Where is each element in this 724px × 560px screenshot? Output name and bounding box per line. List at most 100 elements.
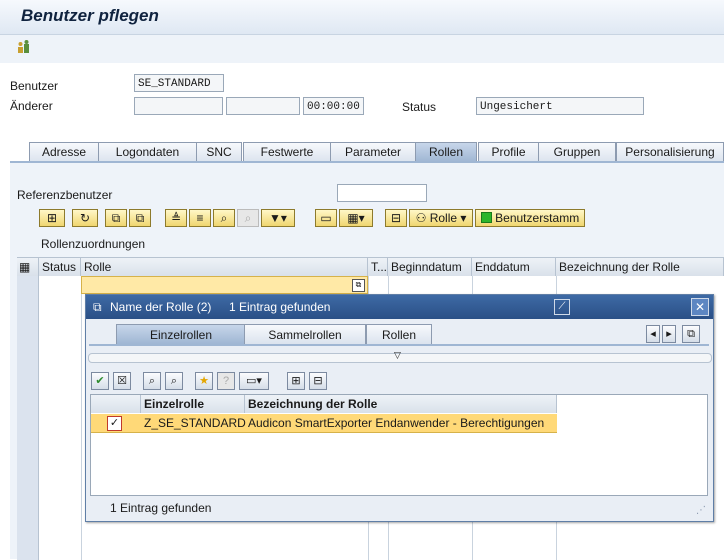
tab-gruppen[interactable]: Gruppen: [538, 142, 616, 162]
close-icon[interactable]: ✕: [691, 298, 709, 316]
col-enddatum[interactable]: Enddatum: [472, 258, 556, 276]
value-help-popup: ⧉ Name der Rolle (2) 1 Eintrag gefunden …: [85, 294, 714, 522]
binoculars-plus-icon: ⌕: [244, 211, 252, 225]
col-t[interactable]: T...: [368, 258, 388, 276]
userstamm-label: Benutzerstamm: [495, 211, 580, 225]
user-label: Benutzer: [10, 79, 59, 93]
changer-label: Änderer: [10, 99, 53, 113]
section-label: Rollenzuordnungen: [41, 237, 146, 251]
row-selector-column[interactable]: [17, 276, 39, 560]
view-button[interactable]: ▦▾: [339, 209, 373, 227]
paste-button[interactable]: ⧉: [129, 209, 151, 227]
ok-check-icon[interactable]: ✔: [91, 372, 109, 390]
status-column: [39, 276, 82, 560]
role-button-label: Rolle: [429, 211, 458, 225]
row-role: Z_SE_STANDARD: [144, 416, 246, 430]
popup-footer: 1 Eintrag gefunden: [110, 501, 212, 515]
f4-help-icon[interactable]: ⧉: [352, 279, 365, 292]
print-dropdown-icon[interactable]: ▭▾: [239, 372, 269, 390]
status-label: Status: [402, 100, 437, 114]
popup-toolbar: ✔ ☒ ⌕ ⌕ ★ ? ▭▾ ⊞ ⊟: [91, 372, 351, 390]
popup-window-icon: ⧉: [93, 300, 102, 314]
sort-ascending-icon: ≜: [170, 211, 182, 225]
row-description: Audicon SmartExporter Endanwender - Bere…: [248, 416, 545, 430]
nav-right-icon[interactable]: ▸: [662, 325, 676, 343]
popup-col-bezeichnung[interactable]: Bezeichnung der Rolle: [245, 395, 557, 413]
tab-adresse[interactable]: Adresse: [29, 142, 99, 162]
filter-icon: ▼▾: [269, 211, 287, 225]
col-beginndatum[interactable]: Beginndatum: [388, 258, 472, 276]
changer-field[interactable]: [134, 97, 223, 115]
tab-snc[interactable]: SNC: [196, 142, 242, 162]
table-row[interactable]: ✓ Z_SE_STANDARD Audicon SmartExporter En…: [91, 414, 557, 433]
filter-button[interactable]: ▼▾: [261, 209, 295, 227]
refresh-icon: ↻: [79, 211, 91, 225]
help-icon[interactable]: ?: [217, 372, 235, 390]
role-icon: ⚇: [415, 211, 427, 225]
paste-icon: ⧉: [135, 211, 145, 225]
select-all-rows-icon[interactable]: ⊞: [287, 372, 305, 390]
popup-tab-rollen[interactable]: Rollen: [366, 324, 432, 344]
popup-tab-sammelrollen[interactable]: Sammelrollen: [244, 324, 366, 344]
find-button[interactable]: ⌕: [213, 209, 235, 227]
nav-left-icon[interactable]: ◂: [646, 325, 660, 343]
users-icon[interactable]: [15, 39, 33, 57]
sort-asc-button[interactable]: ≜: [165, 209, 187, 227]
popup-col-select[interactable]: [91, 395, 141, 413]
role-button[interactable]: ⚇ Rolle ▾: [409, 209, 473, 227]
tab-festwerte[interactable]: Festwerte: [243, 142, 331, 162]
user-field[interactable]: SE_STANDARD: [134, 74, 224, 92]
resize-icon[interactable]: ⟋: [554, 299, 570, 315]
green-square-icon: [480, 212, 492, 223]
sort-desc-button[interactable]: ≡: [189, 209, 211, 227]
ref-user-field[interactable]: [337, 184, 427, 202]
details-icon: ⊞: [46, 211, 58, 225]
binoculars-icon-popup[interactable]: ⌕: [143, 372, 161, 390]
deselect-rows-icon[interactable]: ⊟: [309, 372, 327, 390]
rolle-input-cell[interactable]: ⧉: [81, 276, 368, 294]
cancel-x-icon[interactable]: ☒: [113, 372, 131, 390]
collapse-arrow-icon: ▽: [394, 350, 401, 360]
print-button[interactable]: ▭: [315, 209, 337, 227]
changer-date-field[interactable]: [226, 97, 300, 115]
page-title: Benutzer pflegen: [21, 6, 159, 25]
refresh-button[interactable]: ↻: [72, 209, 98, 227]
collapse-bar[interactable]: ▽: [88, 350, 712, 363]
popup-results-table: Einzelrolle Bezeichnung der Rolle ✓ Z_SE…: [90, 394, 708, 496]
tab-rollen[interactable]: Rollen: [415, 142, 477, 162]
select-all-icon[interactable]: ▦: [17, 258, 39, 276]
tab-profile[interactable]: Profile: [478, 142, 539, 162]
userstamm-button[interactable]: Benutzerstamm: [475, 209, 585, 227]
copy-button[interactable]: ⧉: [105, 209, 127, 227]
tab-parameter[interactable]: Parameter: [330, 142, 416, 162]
grid-view-icon: ▦▾: [347, 211, 365, 225]
binoculars-icon: ⌕: [220, 211, 228, 225]
popup-count: 1 Eintrag gefunden: [229, 300, 331, 314]
delete-row-button[interactable]: ⊟: [385, 209, 407, 227]
popup-title: Name der Rolle (2): [110, 300, 212, 314]
col-rolle[interactable]: Rolle: [81, 258, 368, 276]
tab-list-icon[interactable]: ⧉: [682, 325, 700, 343]
tab-logondaten[interactable]: Logondaten: [98, 142, 197, 162]
popup-nav: ◂ ▸ ⧉: [646, 325, 708, 343]
copy-icon: ⧉: [111, 211, 121, 225]
details-button[interactable]: ⊞: [39, 209, 65, 227]
col-status[interactable]: Status: [39, 258, 81, 276]
resize-grip-icon[interactable]: ⋰: [696, 505, 706, 516]
tab-personalisierung[interactable]: Personalisierung: [616, 142, 724, 162]
application-toolbar: [0, 35, 724, 63]
popup-title-bar: ⧉ Name der Rolle (2) 1 Eintrag gefunden …: [86, 295, 713, 319]
grid-toolbar: ⊞ ↻ ⧉ ⧉ ≜ ≡ ⌕ ⌕ ▼▾ ▭ ▦▾ ⊟ ⚇ Rolle ▾ Benu…: [39, 209, 639, 229]
delete-row-icon: ⊟: [390, 211, 402, 225]
ref-user-label: Referenzbenutzer: [17, 188, 113, 202]
changer-time-field[interactable]: 00:00:00: [303, 97, 364, 115]
status-field: Ungesichert: [476, 97, 644, 115]
title-bar: Benutzer pflegen: [0, 0, 724, 35]
row-checkbox[interactable]: ✓: [107, 416, 122, 431]
col-bezeichnung[interactable]: Bezeichnung der Rolle: [556, 258, 724, 276]
find-next-button[interactable]: ⌕: [237, 209, 259, 227]
binoculars-plus-icon-popup[interactable]: ⌕: [165, 372, 183, 390]
popup-col-einzelrolle[interactable]: Einzelrolle: [141, 395, 245, 413]
popup-tab-einzelrollen[interactable]: Einzelrollen: [116, 324, 246, 344]
favorite-icon[interactable]: ★: [195, 372, 213, 390]
